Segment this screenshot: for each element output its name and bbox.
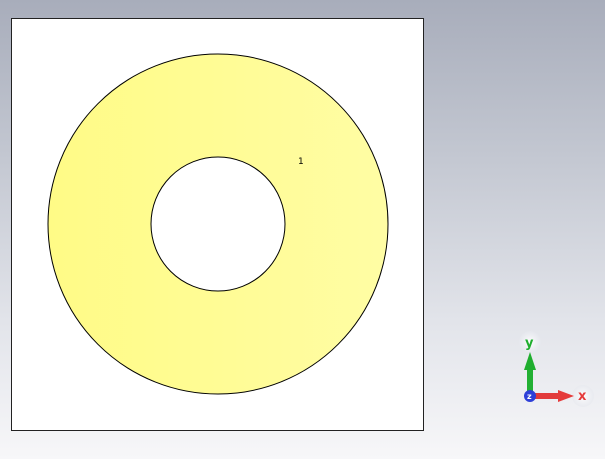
y-axis-label: y: [525, 336, 534, 351]
port-label: 1: [298, 157, 304, 167]
x-axis-arrowhead: [558, 390, 574, 402]
axes-triad: y x z: [519, 331, 594, 407]
x-axis-label: x: [578, 389, 587, 404]
y-axis-arrowhead: [524, 352, 536, 370]
3d-viewport[interactable]: 1 y x z: [0, 0, 605, 459]
z-axis-label: z: [527, 392, 532, 401]
